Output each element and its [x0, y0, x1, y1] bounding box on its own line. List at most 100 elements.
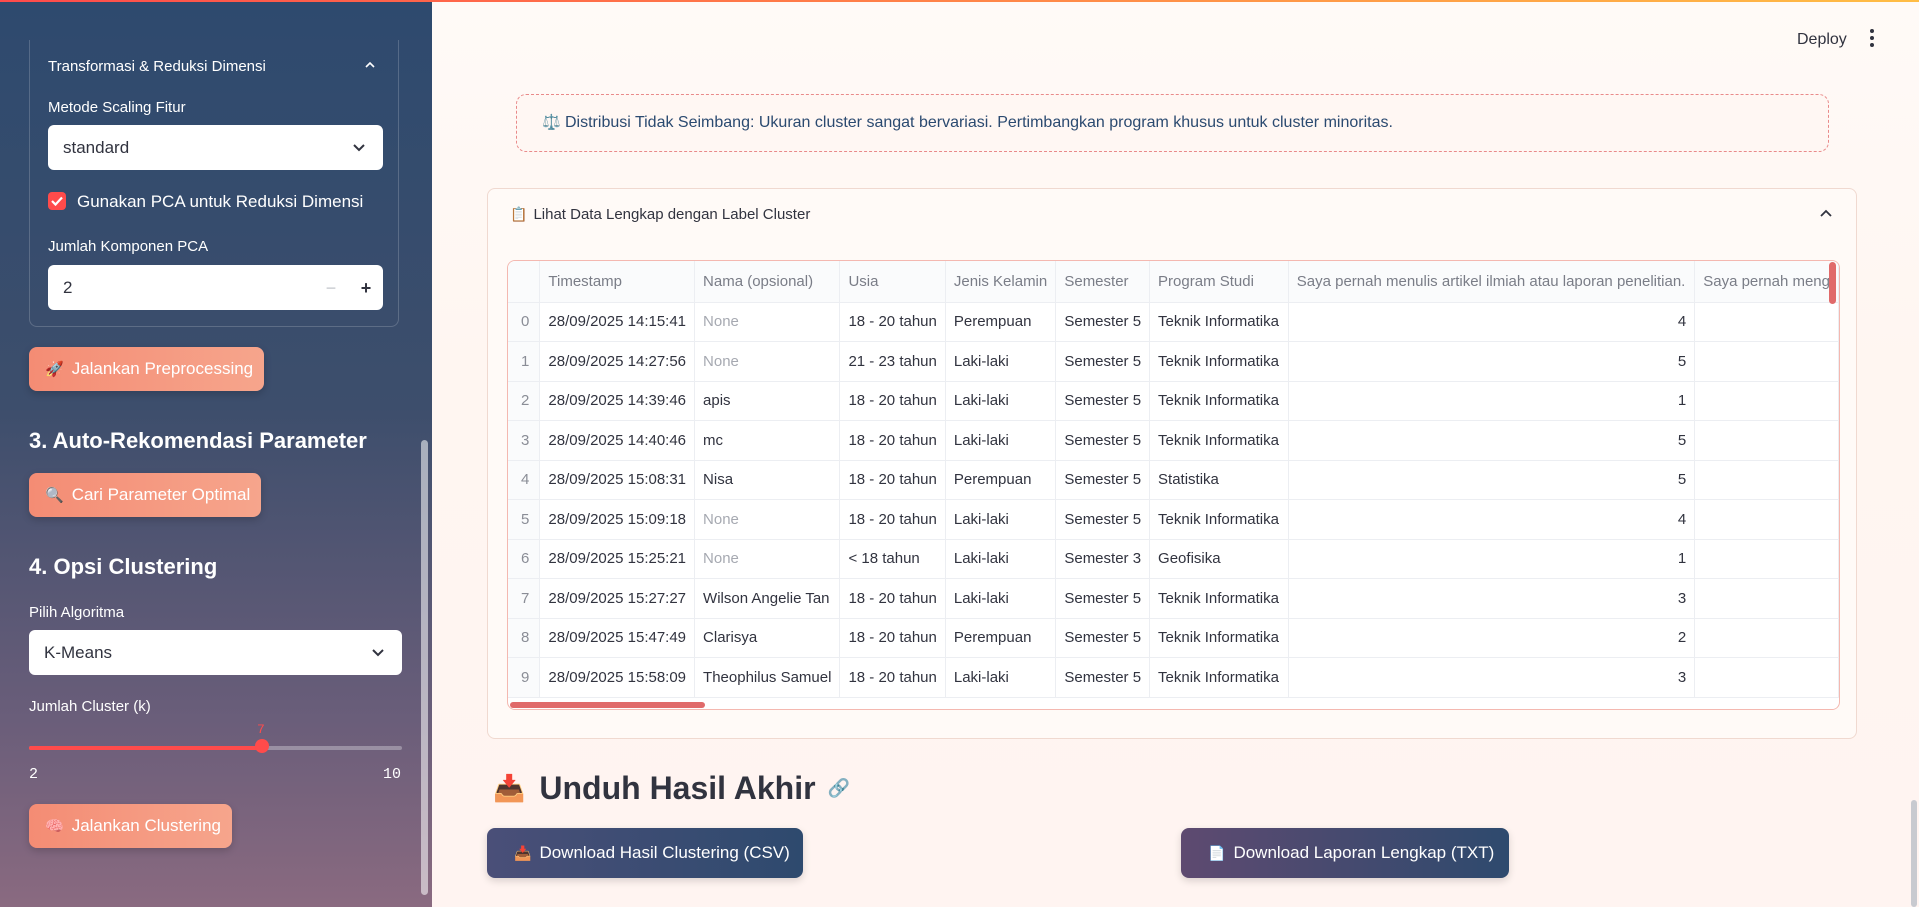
table-cell: [1694, 302, 1839, 342]
data-expander-header[interactable]: 📋 Lihat Data Lengkap dengan Label Cluster: [510, 206, 810, 223]
decrement-button[interactable]: −: [318, 275, 344, 301]
deploy-button[interactable]: Deploy: [1797, 31, 1847, 49]
table-cell: 18 - 20 tahun: [839, 657, 946, 698]
clipboard-icon: 📋: [510, 206, 528, 222]
run-preprocessing-button[interactable]: 🚀 Jalankan Preprocessing: [29, 347, 264, 391]
table-cell: Teknik Informatika: [1149, 499, 1289, 540]
table-row[interactable]: 9 28/09/2025 15:58:09 Theophilus Samuel 18 …: [508, 657, 1839, 698]
column-header[interactable]: Usia: [839, 261, 946, 303]
table-cell: Laki-laki: [945, 381, 1057, 421]
table-cell: Theophilus Samuel: [694, 657, 841, 698]
table-row[interactable]: 2 28/09/2025 14:39:46 apis 18 - 20 tahun Lak…: [508, 381, 1839, 421]
table-row[interactable]: 0 28/09/2025 14:15:41 None 18 - 20 tahun Per…: [508, 302, 1839, 342]
column-header[interactable]: Jenis Kelamin: [945, 261, 1057, 303]
table-cell: Semester 5: [1055, 381, 1151, 421]
link-icon[interactable]: 🔗: [828, 778, 850, 799]
k-slider-thumb[interactable]: [255, 739, 269, 753]
table-cell: [1694, 460, 1839, 500]
sidebar-scrollbar[interactable]: [421, 440, 428, 895]
section3-heading: 3. Auto-Rekomendasi Parameter: [29, 428, 367, 453]
chevron-up-icon[interactable]: [363, 58, 377, 72]
inbox-download-icon: 📥: [493, 773, 526, 803]
download-txt-button[interactable]: 📄 Download Laporan Lengkap (TXT): [1181, 828, 1509, 878]
k-slider-min: 2: [29, 766, 39, 783]
run-clustering-button[interactable]: 🧠 Jalankan Clustering: [29, 804, 232, 848]
row-index: 3: [508, 420, 541, 461]
table-cell: [1694, 499, 1839, 540]
table-cell: 18 - 20 tahun: [839, 420, 946, 461]
table-vertical-scrollbar[interactable]: [1829, 262, 1836, 304]
table-cell: 28/09/2025 15:25:21: [539, 539, 696, 579]
table-row[interactable]: 4 28/09/2025 15:08:31 Nisa 18 - 20 tahun Per…: [508, 460, 1839, 500]
table-cell: 3: [1288, 657, 1696, 698]
column-header[interactable]: Timestamp: [539, 261, 696, 303]
section4-heading: 4. Opsi Clustering: [29, 554, 218, 579]
table-cell: 18 - 20 tahun: [839, 618, 946, 658]
table-cell: 18 - 20 tahun: [839, 578, 946, 619]
table-cell: Semester 5: [1055, 420, 1151, 461]
column-header[interactable]: Semester: [1055, 261, 1151, 303]
column-header[interactable]: Saya pernah menulis artikel ilmiah atau …: [1288, 261, 1696, 303]
table-row[interactable]: 5 28/09/2025 15:09:18 None 18 - 20 tahun Lak…: [508, 499, 1839, 540]
table-cell: Teknik Informatika: [1149, 302, 1289, 342]
chevron-down-icon: [372, 649, 384, 657]
table-cell: mc: [694, 420, 841, 461]
table-cell: Teknik Informatika: [1149, 420, 1289, 461]
pca-checkbox[interactable]: [48, 192, 66, 210]
table-row[interactable]: 6 28/09/2025 15:25:21 None < 18 tahun Laki-l…: [508, 539, 1839, 579]
table-cell: 28/09/2025 14:39:46: [539, 381, 696, 421]
row-index: 9: [508, 657, 541, 698]
run-clustering-label: Jalankan Clustering: [71, 816, 221, 835]
table-cell: [1694, 341, 1839, 382]
top-accent-line: [0, 0, 1919, 2]
column-header[interactable]: Program Studi: [1149, 261, 1289, 303]
run-preprocessing-label: Jalankan Preprocessing: [71, 359, 254, 378]
table-cell: Semester 5: [1055, 341, 1151, 382]
table-cell: 18 - 20 tahun: [839, 302, 946, 342]
pca-components-value: 2: [63, 278, 73, 297]
download-csv-button[interactable]: 📥 Download Hasil Clustering (CSV): [487, 828, 803, 878]
chevron-down-icon: [353, 144, 365, 152]
download-txt-label: Download Laporan Lengkap (TXT): [1233, 843, 1495, 862]
column-header[interactable]: Nama (opsional): [694, 261, 841, 303]
k-slider-fill: [29, 746, 262, 750]
sidebar: Transformasi & Reduksi Dimensi Metode Sc…: [0, 0, 432, 907]
table-cell: [1694, 618, 1839, 658]
download-csv-label: Download Hasil Clustering (CSV): [539, 843, 790, 862]
table-cell: Statistika: [1149, 460, 1289, 500]
algorithm-label: Pilih Algoritma: [29, 604, 125, 621]
chevron-up-icon[interactable]: [1818, 206, 1834, 222]
table-row[interactable]: 8 28/09/2025 15:47:49 Clarisya 18 - 20 tahu…: [508, 618, 1839, 658]
page-scrollbar[interactable]: [1911, 800, 1917, 907]
data-table[interactable]: Timestamp Nama (opsional) Usia Jenis Kelami…: [507, 260, 1840, 710]
document-icon: 📄: [1208, 844, 1226, 861]
pca-components-input[interactable]: 2 − +: [48, 265, 383, 310]
table-row[interactable]: 7 28/09/2025 15:27:27 Wilson Angelie Tan 18…: [508, 578, 1839, 619]
increment-button[interactable]: +: [353, 275, 379, 301]
table-horizontal-scrollbar[interactable]: [510, 702, 705, 708]
table-cell: < 18 tahun: [839, 539, 946, 579]
alert-text: Distribusi Tidak Seimbang: Ukuran cluste…: [565, 114, 1393, 131]
pca-components-label: Jumlah Komponen PCA: [48, 238, 209, 255]
table-cell: Laki-laki: [945, 539, 1057, 579]
table-cell: [1694, 539, 1839, 579]
table-cell: 3: [1288, 578, 1696, 619]
more-menu-icon[interactable]: [1870, 29, 1876, 49]
pca-checkbox-label[interactable]: Gunakan PCA untuk Reduksi Dimensi: [77, 192, 363, 212]
k-slider-track[interactable]: [29, 746, 402, 750]
table-row[interactable]: 1 28/09/2025 14:27:56 None 21 - 23 tahun Lak…: [508, 341, 1839, 382]
table-cell: Perempuan: [945, 302, 1057, 342]
algorithm-select[interactable]: K-Means: [29, 630, 402, 675]
transform-expander-title[interactable]: Transformasi & Reduksi Dimensi: [48, 58, 266, 75]
table-cell: 21 - 23 tahun: [839, 341, 946, 382]
imbalance-alert: ⚖️ Distribusi Tidak Seimbang: Ukuran clu…: [516, 94, 1829, 152]
column-header[interactable]: Saya pernah meng: [1694, 261, 1839, 303]
find-params-label: Cari Parameter Optimal: [71, 485, 251, 504]
find-params-button[interactable]: 🔍 Cari Parameter Optimal: [29, 473, 261, 517]
table-row[interactable]: 3 28/09/2025 14:40:46 mc 18 - 20 tahun Laki-…: [508, 420, 1839, 461]
table-cell: 28/09/2025 15:08:31: [539, 460, 696, 500]
scaling-select[interactable]: standard: [48, 125, 383, 170]
table-cell: Semester 5: [1055, 657, 1151, 698]
column-header[interactable]: [508, 261, 541, 303]
table-cell: 28/09/2025 15:09:18: [539, 499, 696, 540]
